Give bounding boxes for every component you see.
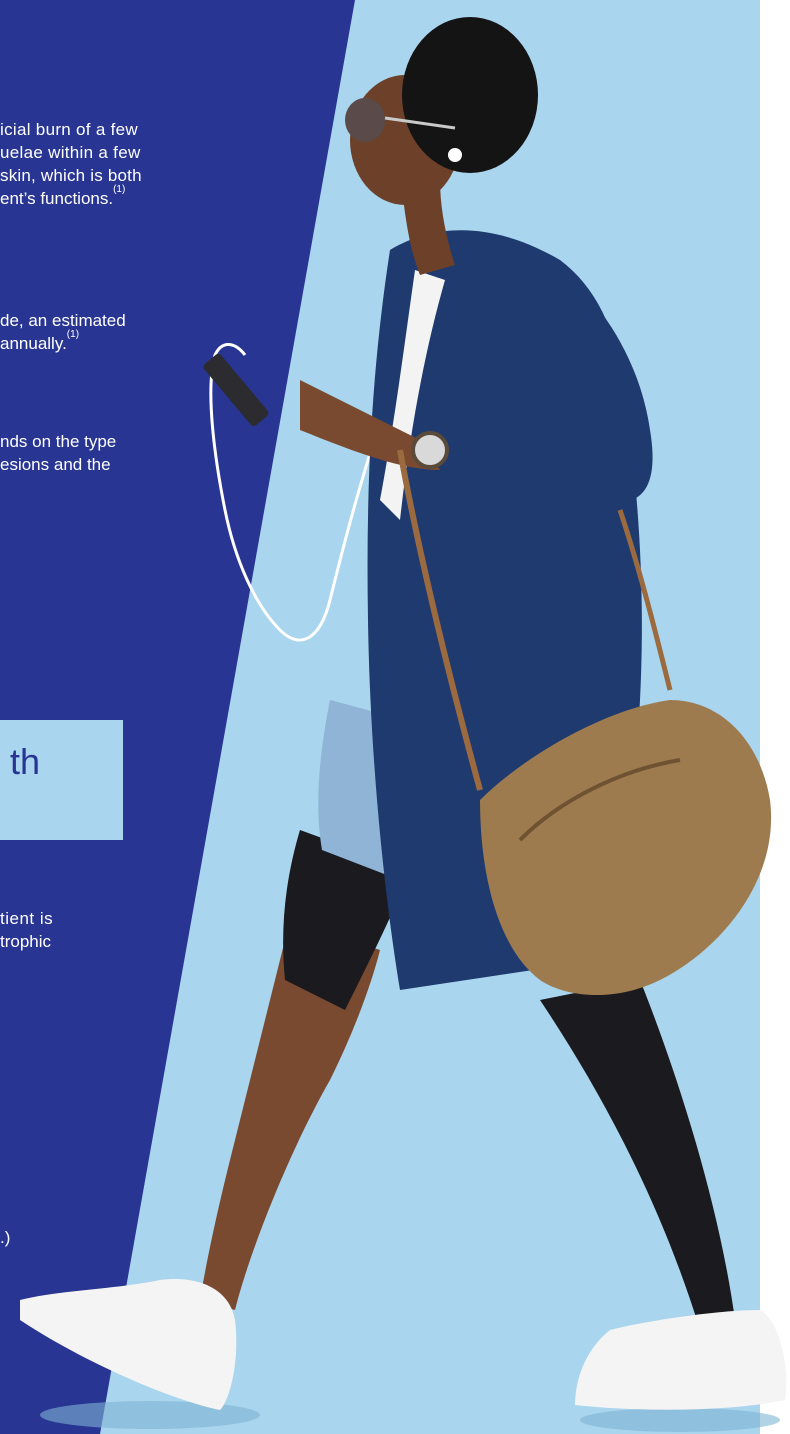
walking-woman-photo [20,17,787,1432]
page: icial burn of a few uelae within a few s… [0,0,790,1434]
